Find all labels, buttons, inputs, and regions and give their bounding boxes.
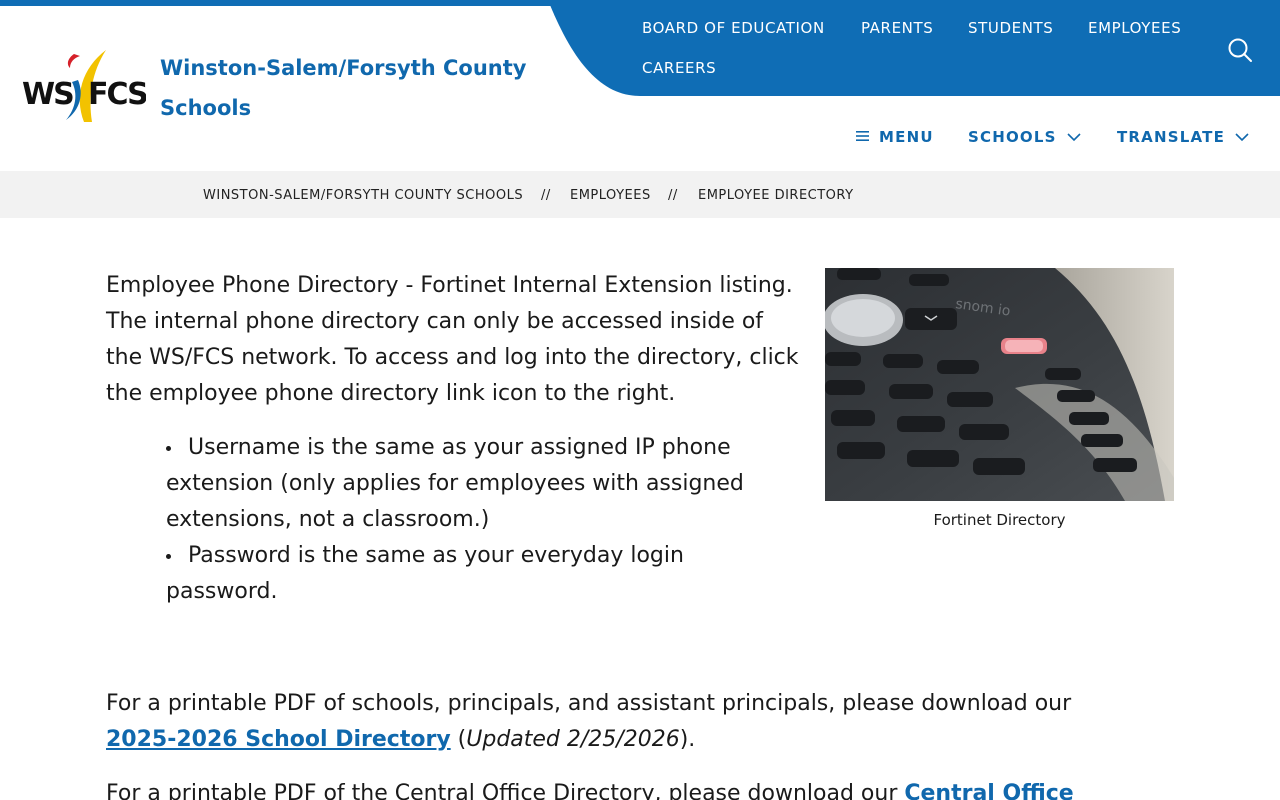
breadcrumb-separator: // xyxy=(541,188,551,203)
bullet-dot xyxy=(166,446,171,451)
main-content: Employee Phone Directory - Fortinet Inte… xyxy=(106,268,806,610)
logo-fcs-text: FCS xyxy=(88,77,146,112)
translate-dropdown[interactable]: TRANSLATE xyxy=(1117,124,1249,150)
central-office-paragraph: For a printable PDF of the Central Offic… xyxy=(106,776,1106,800)
search-icon xyxy=(1228,38,1252,62)
fortinet-figure: snom io Fortinet Directory xyxy=(825,268,1174,529)
search-button[interactable] xyxy=(1226,36,1254,64)
nav-employees[interactable]: EMPLOYEES xyxy=(1088,19,1181,37)
menu-button[interactable]: MENU xyxy=(856,124,934,150)
list-item: Username is the same as your assigned IP… xyxy=(166,430,786,538)
school-directory-link[interactable]: 2025-2026 School Directory xyxy=(106,727,451,752)
chevron-down-icon xyxy=(1235,128,1249,146)
list-item-text: Password is the same as your everyday lo… xyxy=(166,543,684,604)
chevron-down-icon xyxy=(1067,128,1081,146)
site-title[interactable]: Winston-Salem/Forsyth County Schools xyxy=(160,48,540,128)
breadcrumb: WINSTON-SALEM/FORSYTH COUNTY SCHOOLS // … xyxy=(0,171,1280,218)
list-item: Password is the same as your everyday lo… xyxy=(166,538,786,610)
breadcrumb-separator: // xyxy=(668,188,678,203)
bullet-dot xyxy=(166,554,171,559)
nav-careers[interactable]: CAREERS xyxy=(642,59,716,77)
paren-open: ( xyxy=(450,727,467,752)
menu-label: MENU xyxy=(879,128,934,146)
paragraph-text: For a printable PDF of schools, principa… xyxy=(106,691,1072,716)
translate-label: TRANSLATE xyxy=(1117,128,1226,146)
central-office-link[interactable]: Central Office xyxy=(904,781,1073,800)
site-header: WS FCS Winston-Salem/Forsyth County Scho… xyxy=(0,0,1280,171)
nav-board-of-education[interactable]: BOARD OF EDUCATION xyxy=(642,19,825,37)
breadcrumb-employees[interactable]: EMPLOYEES xyxy=(570,188,651,203)
breadcrumb-current: EMPLOYEE DIRECTORY xyxy=(698,188,854,203)
school-directory-paragraph: For a printable PDF of schools, principa… xyxy=(106,686,1086,758)
list-item-text: Username is the same as your assigned IP… xyxy=(166,435,744,532)
intro-paragraph: Employee Phone Directory - Fortinet Inte… xyxy=(106,273,799,406)
figure-caption: Fortinet Directory xyxy=(933,511,1066,529)
district-logo[interactable]: WS FCS xyxy=(22,46,149,124)
updated-date: Updated 2/25/2026 xyxy=(466,727,680,752)
phone-directory-image[interactable]: snom io xyxy=(825,268,1174,501)
nav-parents[interactable]: PARENTS xyxy=(861,19,933,37)
credentials-list: Username is the same as your assigned IP… xyxy=(166,430,786,610)
logo-ws-text: WS xyxy=(22,77,73,112)
schools-dropdown[interactable]: SCHOOLS xyxy=(968,124,1081,150)
breadcrumb-home[interactable]: WINSTON-SALEM/FORSYTH COUNTY SCHOOLS xyxy=(203,188,523,203)
nav-students[interactable]: STUDENTS xyxy=(968,19,1053,37)
paren-close: ). xyxy=(679,727,696,752)
paragraph-text: For a printable PDF of the Central Offic… xyxy=(106,781,905,800)
hamburger-icon xyxy=(856,128,869,146)
schools-label: SCHOOLS xyxy=(968,128,1057,146)
